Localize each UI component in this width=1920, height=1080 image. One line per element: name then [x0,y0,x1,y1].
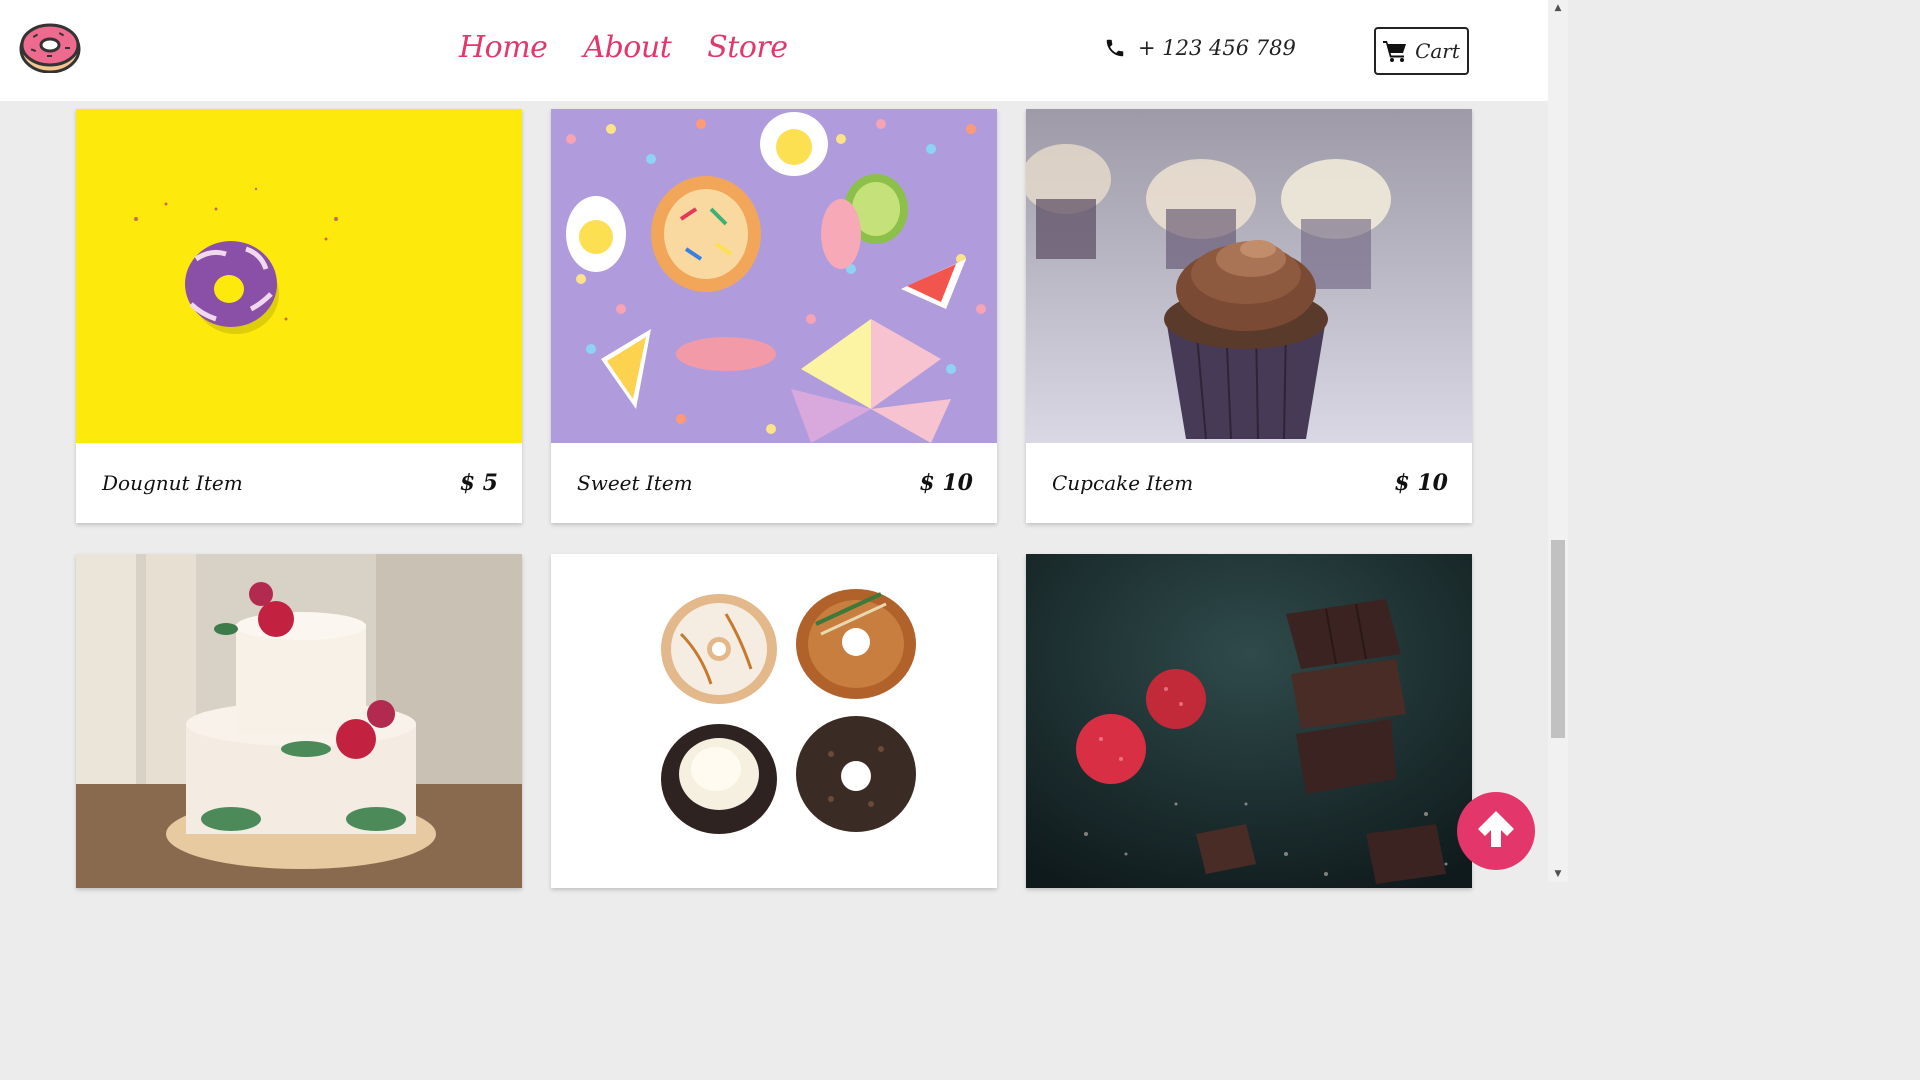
product-info: Cupcake Item $ 10 [1026,443,1472,523]
scroll-up-arrow-icon[interactable]: ▲ [1548,0,1568,16]
product-info: Dougnut Item $ 5 [76,443,522,523]
product-name: Cupcake Item [1052,471,1194,495]
product-card-doughnut[interactable]: Dougnut Item $ 5 [76,109,522,523]
arrow-up-icon [1474,807,1518,855]
main-nav: Home About Store [459,30,824,65]
product-image-sweet[interactable] [551,109,997,443]
product-name: Dougnut Item [102,471,243,495]
cart-icon [1383,40,1407,62]
product-card-cupcake[interactable]: Cupcake Item $ 10 [1026,109,1472,523]
back-to-top-button[interactable] [1457,792,1535,870]
product-image-donuts[interactable] [551,554,997,888]
donut-logo-icon[interactable] [19,21,81,74]
nav-about-link[interactable]: About [583,30,671,65]
page-scrollbar[interactable]: ▲ ▼ [1548,0,1568,882]
site-header: Home About Store + 123 456 789 Cart [0,0,1548,101]
cart-label: Cart [1415,39,1460,63]
product-price: $ 10 [919,470,973,496]
nav-store-link[interactable]: Store [707,30,788,65]
product-card-cake[interactable] [76,554,522,888]
nav-home-link[interactable]: Home [459,30,548,65]
product-image-chocolate[interactable] [1026,554,1472,888]
cart-button[interactable]: Cart [1374,27,1469,75]
product-card-chocolate[interactable] [1026,554,1472,888]
product-card-donuts[interactable] [551,554,997,888]
product-card-sweet[interactable]: Sweet Item $ 10 [551,109,997,523]
product-price: $ 10 [1394,470,1448,496]
scroll-thumb[interactable] [1551,540,1565,738]
product-name: Sweet Item [577,471,693,495]
product-image-doughnut[interactable] [76,109,522,443]
product-image-cupcake[interactable] [1026,109,1472,443]
product-price: $ 5 [459,470,498,496]
phone-number: + 123 456 789 [1138,36,1296,60]
product-image-cake[interactable] [76,554,522,888]
phone-contact: + 123 456 789 [1104,36,1296,60]
scroll-down-arrow-icon[interactable]: ▼ [1548,866,1568,882]
phone-icon [1104,37,1126,59]
product-info: Sweet Item $ 10 [551,443,997,523]
